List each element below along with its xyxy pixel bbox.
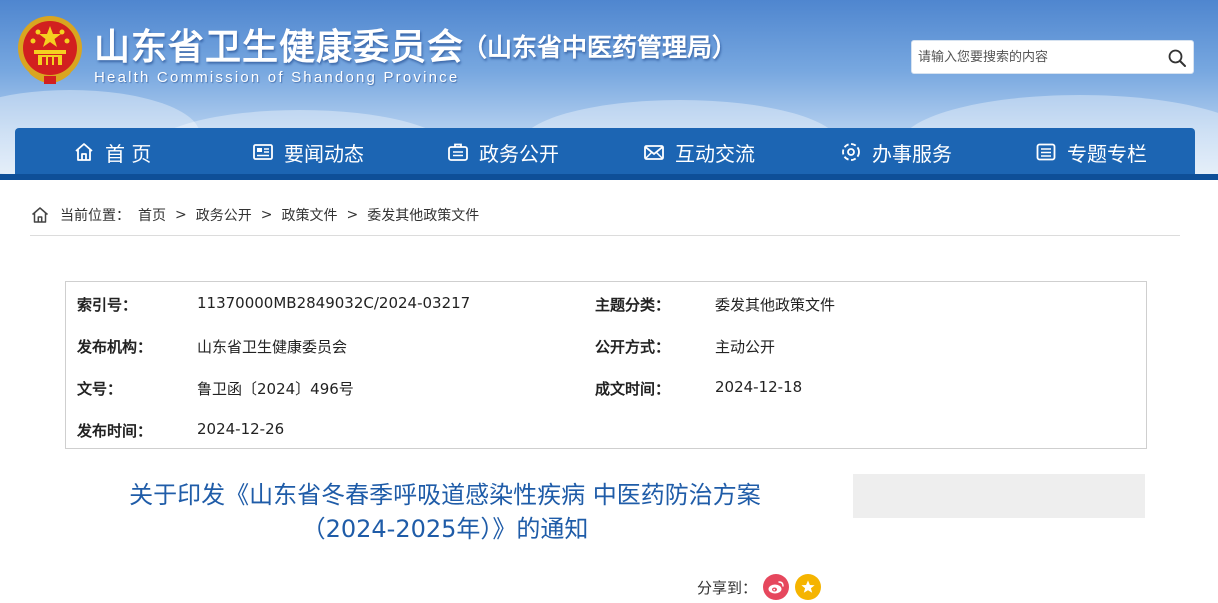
nav-item-special-topics[interactable]: 专题专栏: [1035, 128, 1147, 176]
breadcrumb-item-policy-documents[interactable]: 政策文件: [281, 205, 337, 225]
published-date-value: 2024-12-26: [197, 420, 285, 438]
nav-label: 要闻动态: [284, 141, 364, 166]
briefcase-icon: [448, 143, 468, 161]
site-title: 山东省卫生健康委员会: [94, 27, 465, 68]
created-date-label: 成文时间：: [595, 380, 671, 398]
document-title: 关于印发《山东省冬春季呼吸道感染性疾病 中医药防治方案 （2024-2025年）…: [60, 478, 830, 546]
nav-label: 互动交流: [675, 141, 755, 166]
breadcrumb-separator: >: [346, 207, 359, 223]
nav-item-government-affairs[interactable]: 政务公开: [447, 128, 559, 176]
main-nav: 首 页 要闻动态 政务公开 互动交流 办事服务 专题专栏: [15, 128, 1195, 176]
nav-item-home[interactable]: 首 页: [73, 128, 151, 176]
index-number-value: 11370000MB2849032C/2024-03217: [197, 294, 471, 312]
published-date-label: 发布时间：: [77, 422, 153, 440]
envelope-icon: [644, 145, 664, 160]
search-icon[interactable]: [1167, 48, 1187, 68]
breadcrumb-separator: >: [260, 207, 273, 223]
breadcrumb-item-home[interactable]: 首页: [138, 205, 166, 225]
document-number-label: 文号：: [77, 380, 123, 398]
site-title-english: Health Commission of Shandong Province: [94, 69, 460, 86]
breadcrumb-separator: >: [175, 207, 187, 223]
home-icon: [32, 207, 48, 223]
breadcrumb-prefix: 当前位置：: [60, 208, 130, 224]
list-icon: [1036, 143, 1056, 161]
breadcrumb-item-government-affairs[interactable]: 政务公开: [196, 205, 252, 225]
disclosure-label: 公开方式：: [595, 338, 671, 356]
breadcrumb: 当前位置： 首页 > 政务公开 > 政策文件 > 委发其他政策文件: [30, 204, 479, 226]
publisher-value: 山东省卫生健康委员会: [197, 338, 348, 356]
home-icon: [75, 143, 93, 161]
breadcrumb-divider: [30, 235, 1180, 236]
document-title-line2: （2024-2025年）》的通知: [301, 515, 589, 543]
nav-item-interaction[interactable]: 互动交流: [643, 128, 755, 176]
search-input[interactable]: [918, 41, 1158, 73]
nav-label: 办事服务: [872, 141, 952, 166]
document-metadata-table: 索引号： 11370000MB2849032C/2024-03217 主题分类：…: [65, 281, 1147, 449]
index-number-label: 索引号：: [77, 296, 138, 314]
nav-label: 专题专栏: [1067, 141, 1147, 166]
side-panel-placeholder: [853, 474, 1145, 518]
weibo-icon[interactable]: [763, 574, 790, 600]
created-date-value: 2024-12-18: [715, 378, 803, 396]
nav-item-services[interactable]: 办事服务: [840, 128, 952, 176]
breadcrumb-item-other-policy-documents[interactable]: 委发其他政策文件: [367, 205, 479, 225]
news-icon: [253, 144, 273, 160]
share-label: 分享到：: [697, 578, 758, 597]
favorite-star-icon[interactable]: [795, 574, 822, 600]
search-box: [911, 40, 1194, 74]
share-bar: 分享到：: [697, 574, 822, 600]
publisher-label: 发布机构：: [77, 338, 153, 356]
nav-item-news[interactable]: 要闻动态: [252, 128, 364, 176]
category-label: 主题分类：: [595, 296, 671, 314]
category-value: 委发其他政策文件: [715, 296, 836, 314]
nav-label: 首 页: [105, 141, 152, 166]
nav-label: 政务公开: [479, 141, 559, 166]
national-emblem-icon: [18, 16, 82, 84]
site-subtitle: （山东省中医药管理局）: [462, 33, 738, 62]
document-title-line1: 关于印发《山东省冬春季呼吸道感染性疾病 中医药防治方案: [129, 481, 761, 509]
document-number-value: 鲁卫函〔2024〕496号: [197, 380, 354, 398]
disclosure-value: 主动公开: [715, 338, 776, 356]
nav-divider: [0, 174, 1218, 180]
service-icon: [842, 143, 860, 161]
